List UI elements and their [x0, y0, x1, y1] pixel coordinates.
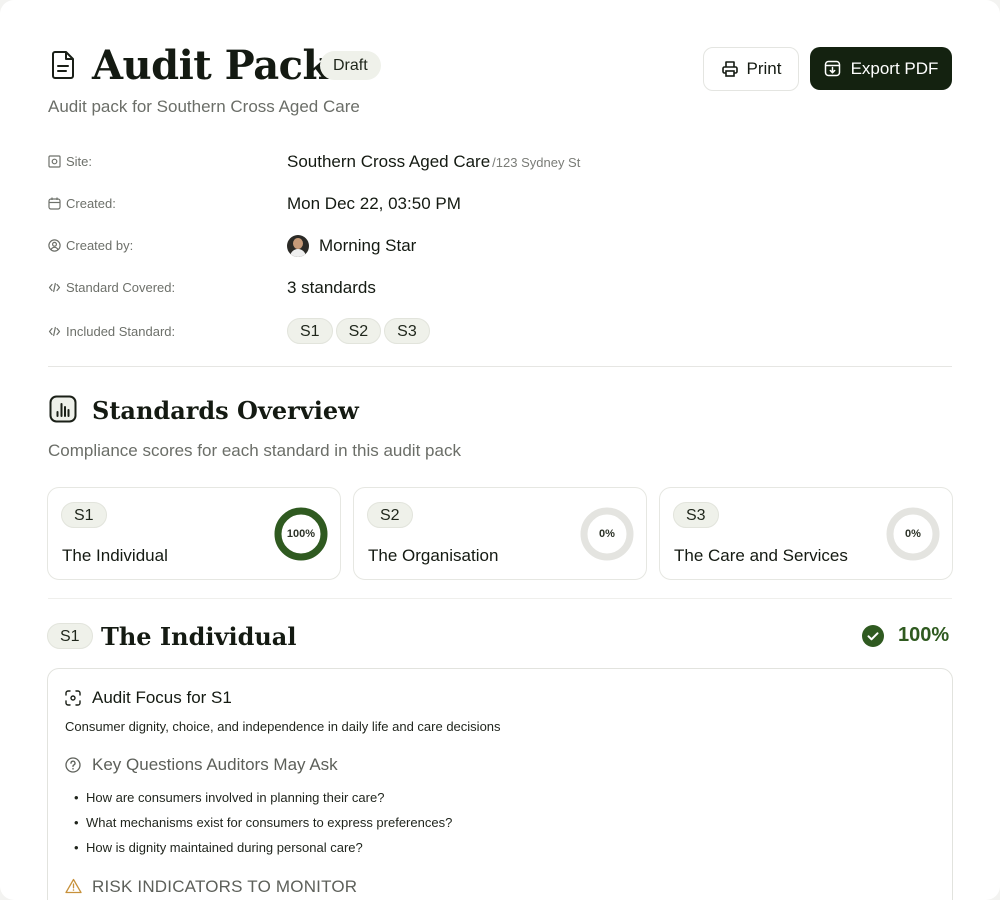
standard-card-s2[interactable]: S2 The Organisation 0%	[353, 487, 647, 580]
site-label: Site:	[48, 154, 92, 169]
audit-pack-page: Audit Pack Draft Audit pack for Southern…	[0, 0, 1000, 900]
standard-card-s3[interactable]: S3 The Care and Services 0%	[659, 487, 953, 580]
key-questions-title: Key Questions Auditors May Ask	[92, 755, 338, 774]
created-by-value: Morning Star	[287, 235, 416, 257]
site-address: /123 Sydney St	[492, 155, 581, 170]
focus-icon	[65, 690, 81, 706]
standards-overview-title: Standards Overview	[92, 396, 359, 425]
print-button[interactable]: Print	[703, 47, 799, 91]
standard-name: The Care and Services	[674, 546, 848, 565]
divider	[48, 366, 952, 367]
download-box-icon	[824, 60, 840, 77]
standard-chip: S1	[287, 318, 333, 344]
printer-icon	[721, 61, 738, 77]
export-pdf-button[interactable]: Export PDF	[810, 47, 952, 90]
standard-code: S1	[61, 502, 107, 528]
standards-overview-subtitle: Compliance scores for each standard in t…	[48, 441, 461, 460]
export-label: Export PDF	[850, 58, 939, 78]
included-standard-label: Included Standard:	[48, 324, 175, 339]
score-label: 100%	[286, 528, 316, 540]
standard-code: S3	[673, 502, 719, 528]
site-icon	[48, 155, 61, 168]
page-title: Audit Pack	[92, 42, 330, 89]
section-code: S1	[47, 623, 93, 649]
creator-name: Morning Star	[319, 236, 417, 255]
standard-name: The Individual	[62, 546, 168, 565]
section-title: The Individual	[101, 622, 297, 651]
standard-card-s1[interactable]: S1 The Individual 100%	[47, 487, 341, 580]
audit-focus-card: Audit Focus for S1 Consumer dignity, cho…	[47, 668, 953, 900]
print-label: Print	[746, 59, 782, 78]
check-circle-icon	[862, 625, 884, 647]
code-icon	[48, 326, 61, 337]
site-value: Southern Cross Aged Care/123 Sydney St	[287, 152, 580, 172]
document-icon	[52, 51, 74, 79]
included-standard-chips: S1 S2 S3	[287, 318, 433, 344]
status-badge: Draft	[320, 51, 381, 80]
user-circle-icon	[48, 239, 61, 252]
standard-covered-value: 3 standards	[287, 278, 376, 297]
question-item: How is dignity maintained during persona…	[74, 840, 363, 855]
score-label: 0%	[599, 528, 615, 540]
calendar-icon	[48, 197, 61, 210]
standard-code: S2	[367, 502, 413, 528]
standard-chip: S3	[384, 318, 430, 344]
bar-chart-icon	[49, 395, 77, 423]
code-icon	[48, 282, 61, 293]
warning-icon	[65, 878, 82, 894]
divider	[48, 598, 952, 599]
page-subtitle: Audit pack for Southern Cross Aged Care	[48, 97, 360, 116]
question-circle-icon	[65, 757, 81, 773]
score-label: 0%	[905, 528, 921, 540]
created-label: Created:	[48, 196, 116, 211]
question-item: How are consumers involved in planning t…	[74, 790, 384, 805]
risk-indicators-title: RISK INDICATORS TO MONITOR	[92, 877, 358, 896]
avatar	[287, 235, 309, 257]
audit-focus-title: Audit Focus for S1	[92, 688, 232, 707]
created-by-label: Created by:	[48, 238, 133, 253]
site-name: Southern Cross Aged Care	[287, 152, 491, 171]
audit-focus-description: Consumer dignity, choice, and independen…	[65, 719, 501, 734]
created-value: Mon Dec 22, 03:50 PM	[287, 194, 461, 213]
question-item: What mechanisms exist for consumers to e…	[74, 815, 452, 830]
standard-chip: S2	[335, 318, 382, 344]
standard-name: The Organisation	[368, 546, 499, 565]
standard-covered-label: Standard Covered:	[48, 280, 175, 295]
section-score: 100%	[898, 624, 950, 646]
